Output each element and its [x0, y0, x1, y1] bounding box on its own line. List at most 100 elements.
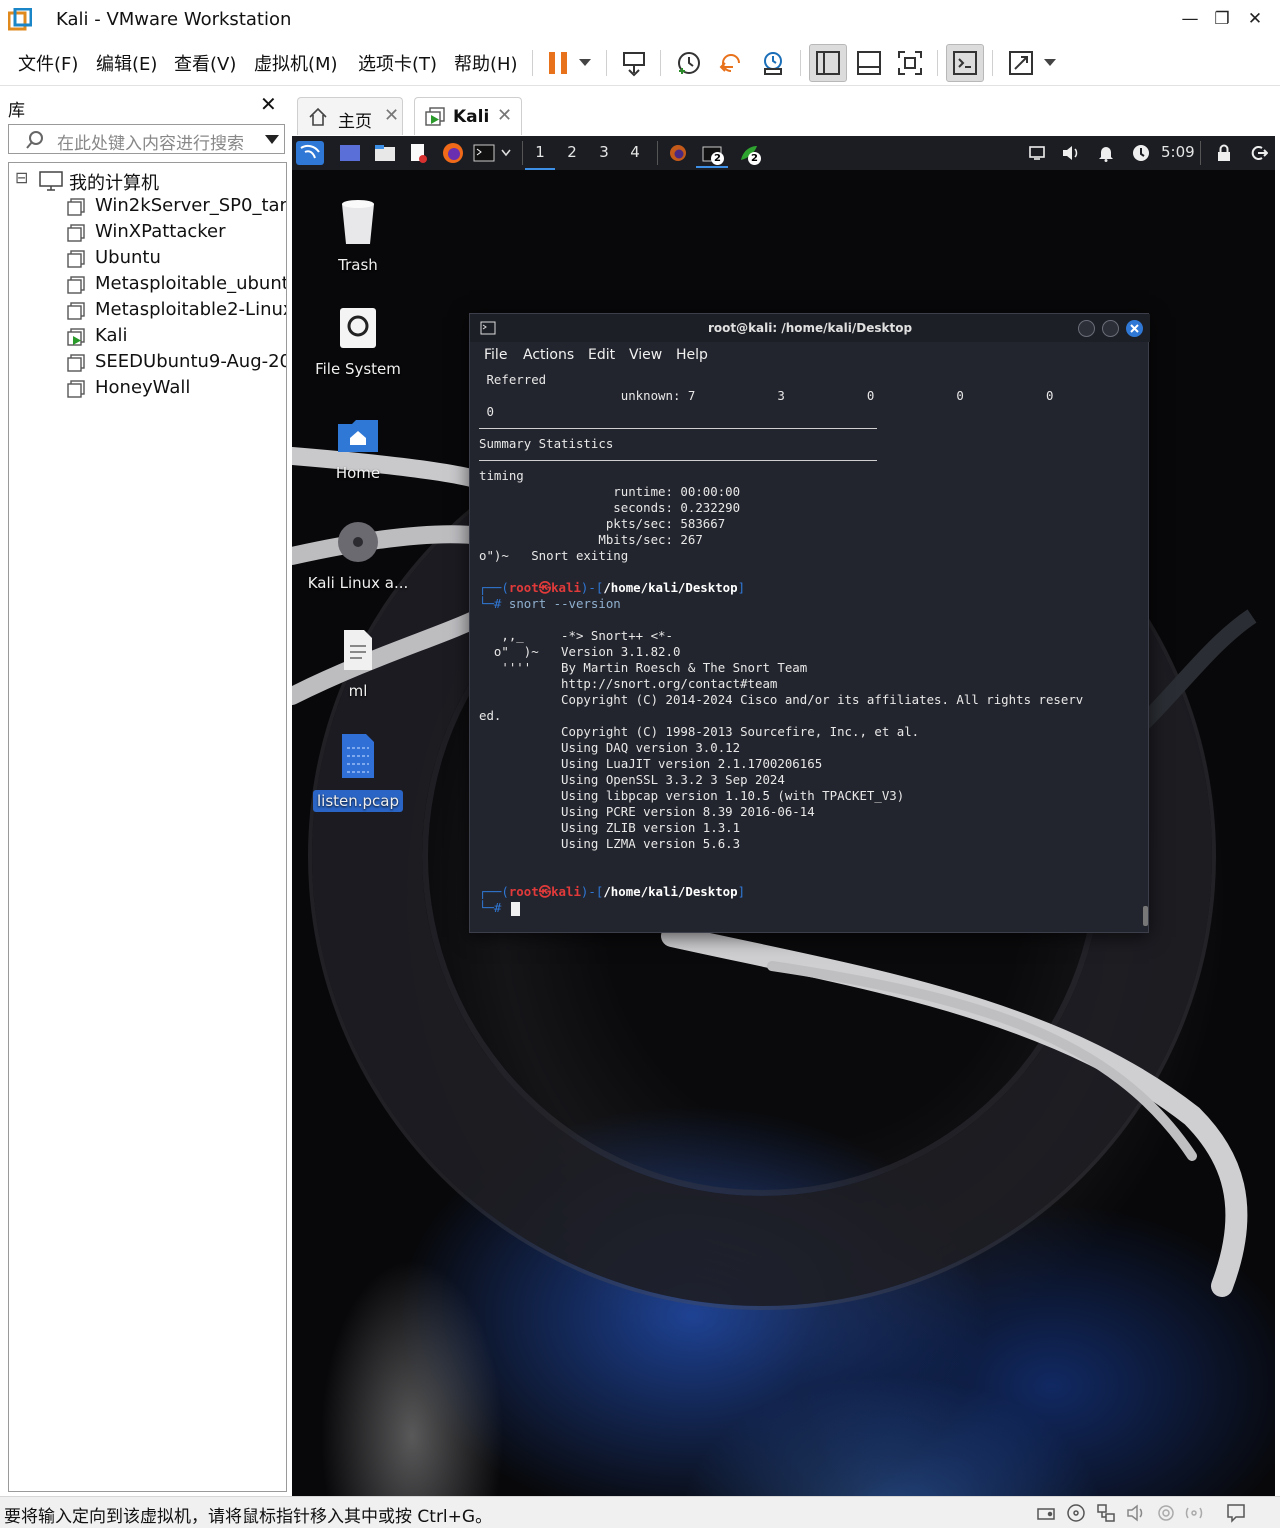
lock-icon[interactable]: [1214, 141, 1234, 165]
snapshot-manager-icon[interactable]: [754, 44, 792, 82]
desktop-icon-kali-linux-disc[interactable]: Kali Linux a...: [303, 520, 413, 592]
firefox-task-icon[interactable]: [666, 141, 690, 165]
terminal-output[interactable]: Referred unknown: 7 3 0 0 0 0 Summary St…: [479, 370, 1148, 930]
terminal-icon[interactable]: [472, 141, 496, 165]
cd-icon[interactable]: [1066, 1503, 1086, 1523]
terminal-line: ed.: [479, 708, 502, 723]
send-keys-icon[interactable]: [615, 44, 653, 82]
terminal-line: '''' By Martin Roesch & The Snort Team: [479, 660, 808, 675]
minimize-button[interactable]: —: [1175, 6, 1205, 32]
home-folder-icon: [338, 420, 378, 452]
panel-clock[interactable]: 5:09: [1161, 143, 1195, 161]
trash-icon: [342, 200, 374, 244]
workspace-2[interactable]: 2: [557, 143, 587, 161]
show-desktop-icon[interactable]: [338, 141, 362, 165]
firefox-icon[interactable]: [440, 141, 466, 165]
window-count-badge: 2: [748, 152, 761, 165]
shell-input-line[interactable]: └─#: [479, 900, 501, 916]
wireshark-task-icon[interactable]: 2: [734, 141, 764, 165]
menu-view[interactable]: 查看(V): [174, 50, 236, 76]
desktop-icon-home[interactable]: Home: [303, 418, 413, 482]
status-message: 要将输入定向到该虚拟机，请将鼠标指针移入其中或按 Ctrl+G。: [4, 1507, 493, 1527]
tab-bar: 主页 ✕ Kali ✕: [292, 86, 1280, 136]
terminal-minimize-button[interactable]: [1078, 320, 1095, 337]
snapshot-revert-icon[interactable]: [712, 44, 750, 82]
desktop-icon-file-system[interactable]: File System: [303, 306, 413, 378]
pause-dropdown-icon[interactable]: [574, 44, 596, 82]
power-manager-icon[interactable]: [1130, 141, 1152, 165]
terminal-maximize-button[interactable]: [1102, 320, 1119, 337]
stretch-guest-icon[interactable]: [1002, 44, 1040, 82]
collapse-icon[interactable]: ⊟: [15, 168, 28, 187]
terminal-menu-help[interactable]: Help: [676, 347, 708, 363]
close-tab-icon[interactable]: ✕: [384, 105, 399, 126]
stretch-dropdown-icon[interactable]: [1040, 44, 1060, 82]
terminal-line: unknown: 7 3 0 0 0: [479, 388, 1054, 403]
terminal-line: 0: [479, 404, 494, 419]
desktop-icon-listen-pcap[interactable]: listen.pcap: [303, 732, 413, 812]
usb-icon[interactable]: [1156, 1503, 1176, 1523]
file-manager-icon[interactable]: [372, 141, 398, 165]
workspace-3[interactable]: 3: [589, 143, 619, 161]
kali-menu-icon[interactable]: [296, 141, 324, 165]
computer-icon: [39, 171, 63, 191]
desktop-icon-trash[interactable]: Trash: [303, 198, 413, 274]
workspace-4[interactable]: 4: [620, 143, 650, 161]
disc-icon: [338, 522, 378, 562]
vm-icon: [67, 302, 85, 320]
hard-disk-icon[interactable]: [1036, 1503, 1056, 1523]
tab-home[interactable]: 主页 ✕: [297, 97, 403, 135]
chevron-down-icon[interactable]: [498, 141, 514, 165]
tab-kali[interactable]: Kali ✕: [414, 97, 522, 135]
menu-edit[interactable]: 编辑(E): [96, 50, 157, 76]
terminal-window[interactable]: root@kali: /home/kali/Desktop File Actio…: [469, 313, 1150, 933]
terminal-menu-file[interactable]: File: [484, 347, 507, 363]
volume-icon[interactable]: [1060, 141, 1082, 165]
close-tab-icon[interactable]: ✕: [497, 105, 512, 126]
restore-button[interactable]: ❐: [1207, 6, 1237, 32]
search-icon: [26, 131, 43, 149]
pause-icon[interactable]: [540, 44, 578, 82]
menu-vm[interactable]: 虚拟机(M): [254, 50, 338, 76]
terminal-line: o")~ Snort exiting: [479, 548, 629, 563]
menu-help[interactable]: 帮助(H): [454, 50, 518, 76]
terminal-menubar: File Actions Edit View Help: [470, 342, 1150, 370]
library-search-input[interactable]: 在此处键入内容进行搜索: [8, 124, 285, 154]
terminal-scrollbar[interactable]: [1143, 906, 1148, 926]
sound-icon[interactable]: [1126, 1503, 1146, 1523]
close-button[interactable]: ✕: [1240, 6, 1270, 32]
text-editor-icon[interactable]: [406, 141, 430, 165]
bluetooth-icon[interactable]: [1184, 1503, 1204, 1523]
terminal-titlebar: root@kali: /home/kali/Desktop: [470, 314, 1150, 342]
logout-icon[interactable]: [1249, 141, 1269, 165]
snapshot-take-icon[interactable]: [670, 44, 708, 82]
terminal-line: ,,_ -*> Snort++ <*-: [479, 628, 673, 643]
terminal-line: http://snort.org/contact#team: [479, 676, 778, 691]
terminal-line: Copyright (C) 1998-2013 Sourcefire, Inc.…: [479, 724, 920, 739]
shell-prompt: ┌──(root㉿kali)-[/home/kali/Desktop]: [479, 884, 746, 899]
menu-file[interactable]: 文件(F): [18, 50, 78, 76]
desktop-icon-ml[interactable]: ml: [303, 628, 413, 700]
menu-tabs[interactable]: 选项卡(T): [358, 50, 437, 76]
library-close-button[interactable]: ✕: [260, 92, 277, 116]
network-icon[interactable]: [1096, 1503, 1116, 1523]
thumbnail-bar-icon[interactable]: [850, 44, 888, 82]
chevron-down-icon[interactable]: [265, 135, 279, 145]
workspace-1[interactable]: 1: [525, 143, 555, 170]
terminal-line: timing: [479, 468, 524, 483]
vm-display[interactable]: 1 2 3 4 2 2 5:09 Trash File System Home …: [292, 136, 1275, 1496]
message-icon[interactable]: [1226, 1503, 1246, 1523]
vm-icon: [67, 276, 85, 294]
terminal-task-icon[interactable]: 2: [696, 141, 728, 168]
terminal-menu-actions[interactable]: Actions: [523, 347, 574, 363]
network-tray-icon[interactable]: [1026, 141, 1048, 165]
full-screen-icon[interactable]: [891, 44, 929, 82]
show-library-icon[interactable]: [809, 44, 847, 82]
terminal-close-button[interactable]: [1126, 320, 1143, 337]
notifications-icon[interactable]: [1096, 141, 1116, 165]
terminal-menu-view[interactable]: View: [629, 347, 662, 363]
console-view-icon[interactable]: [946, 44, 984, 82]
library-tree: ⊟ 我的计算机 Win2kServer_SP0_targ WinXPattack…: [8, 162, 287, 1492]
terminal-menu-edit[interactable]: Edit: [588, 347, 615, 363]
tree-root-label: 我的计算机: [69, 173, 159, 194]
